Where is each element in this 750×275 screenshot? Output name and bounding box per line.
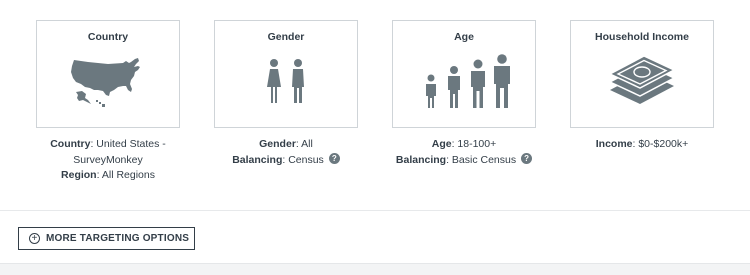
- gender-card[interactable]: Gender: [214, 20, 358, 128]
- targeting-panel: Country Country: United States - SurveyM…: [0, 0, 750, 275]
- gender-people-icon: [215, 53, 357, 111]
- income-description: Income: $0-$200k+: [557, 137, 727, 153]
- age-value: : 18-100+: [451, 138, 497, 150]
- gender-description: Gender: All Balancing: Census?: [201, 137, 371, 168]
- age-card[interactable]: Age: [392, 20, 536, 128]
- income-label: Income: [595, 138, 633, 150]
- household-income-card-title: Household Income: [595, 31, 689, 43]
- country-card[interactable]: Country: [36, 20, 180, 128]
- country-value-cont: SurveyMonkey: [73, 153, 143, 166]
- money-stack-icon: [571, 53, 713, 111]
- section-divider: [0, 210, 750, 211]
- country-value: : United States -: [90, 138, 166, 150]
- age-balancing-label: Balancing: [395, 153, 447, 166]
- age-balancing-help-icon[interactable]: ?: [521, 153, 533, 165]
- gender-label: Gender: [259, 138, 296, 150]
- country-label: Country: [50, 138, 91, 150]
- more-targeting-options-label: MORE TARGETING OPTIONS: [46, 233, 190, 244]
- income-value: : $0-$200k+: [632, 138, 689, 150]
- age-label: Age: [431, 138, 452, 150]
- gender-value: : All: [295, 138, 313, 150]
- age-people-icon: [393, 53, 535, 111]
- age-description: Age: 18-100+ Balancing: Basic Census?: [379, 137, 549, 168]
- gender-balancing-help-icon[interactable]: ?: [328, 153, 340, 165]
- more-targeting-options-button[interactable]: + MORE TARGETING OPTIONS: [18, 227, 195, 250]
- gender-balancing-label: Balancing: [232, 153, 283, 166]
- age-balancing-value: : Basic Census: [446, 153, 517, 166]
- gender-balancing-value: : Census: [282, 153, 324, 166]
- household-income-card[interactable]: Household Income: [570, 20, 714, 128]
- country-description: Country: United States - SurveyMonkey Re…: [23, 137, 193, 184]
- plus-circle-icon: +: [29, 233, 40, 244]
- age-card-title: Age: [454, 31, 474, 43]
- country-card-title: Country: [87, 31, 129, 43]
- gender-card-title: Gender: [267, 31, 305, 43]
- region-label: Region: [61, 169, 97, 181]
- usa-map-icon: [37, 53, 179, 111]
- footer-bar: [0, 263, 750, 275]
- region-value: : All Regions: [96, 169, 155, 181]
